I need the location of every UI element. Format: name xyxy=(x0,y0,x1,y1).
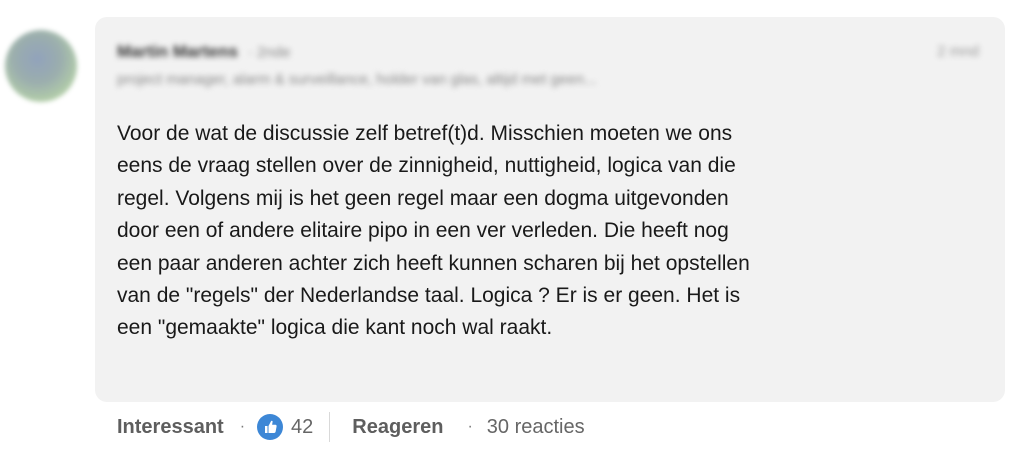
author-headline: project manager, alarm & surveillance, h… xyxy=(117,71,597,88)
comment-header: Martin Martens · 2nde 2 mnd project mana… xyxy=(117,35,987,95)
author-name[interactable]: Martin Martens xyxy=(117,42,238,62)
comment-item: Martin Martens · 2nde 2 mnd project mana… xyxy=(0,0,1024,467)
connection-degree: · 2nde xyxy=(247,43,291,61)
comment-bubble: Martin Martens · 2nde 2 mnd project mana… xyxy=(95,17,1005,402)
comment-text: Voor de wat de discussie zelf betref(t)d… xyxy=(117,122,750,340)
comment-actions: Interessant · 42 Reageren · 30 reacties xyxy=(117,408,585,446)
avatar[interactable] xyxy=(5,30,77,102)
comment-timestamp: 2 mnd xyxy=(937,43,979,60)
reply-button[interactable]: Reageren xyxy=(352,416,443,439)
author-line: Martin Martens · 2nde xyxy=(117,42,291,62)
reaction-count[interactable]: 42 xyxy=(291,416,313,439)
replies-count[interactable]: 30 reacties xyxy=(487,416,585,439)
separator-dot: · xyxy=(239,418,246,435)
separator-dot: · xyxy=(467,418,473,435)
like-icon xyxy=(257,414,284,440)
reaction-button[interactable]: Interessant xyxy=(117,416,224,439)
divider xyxy=(329,412,331,442)
